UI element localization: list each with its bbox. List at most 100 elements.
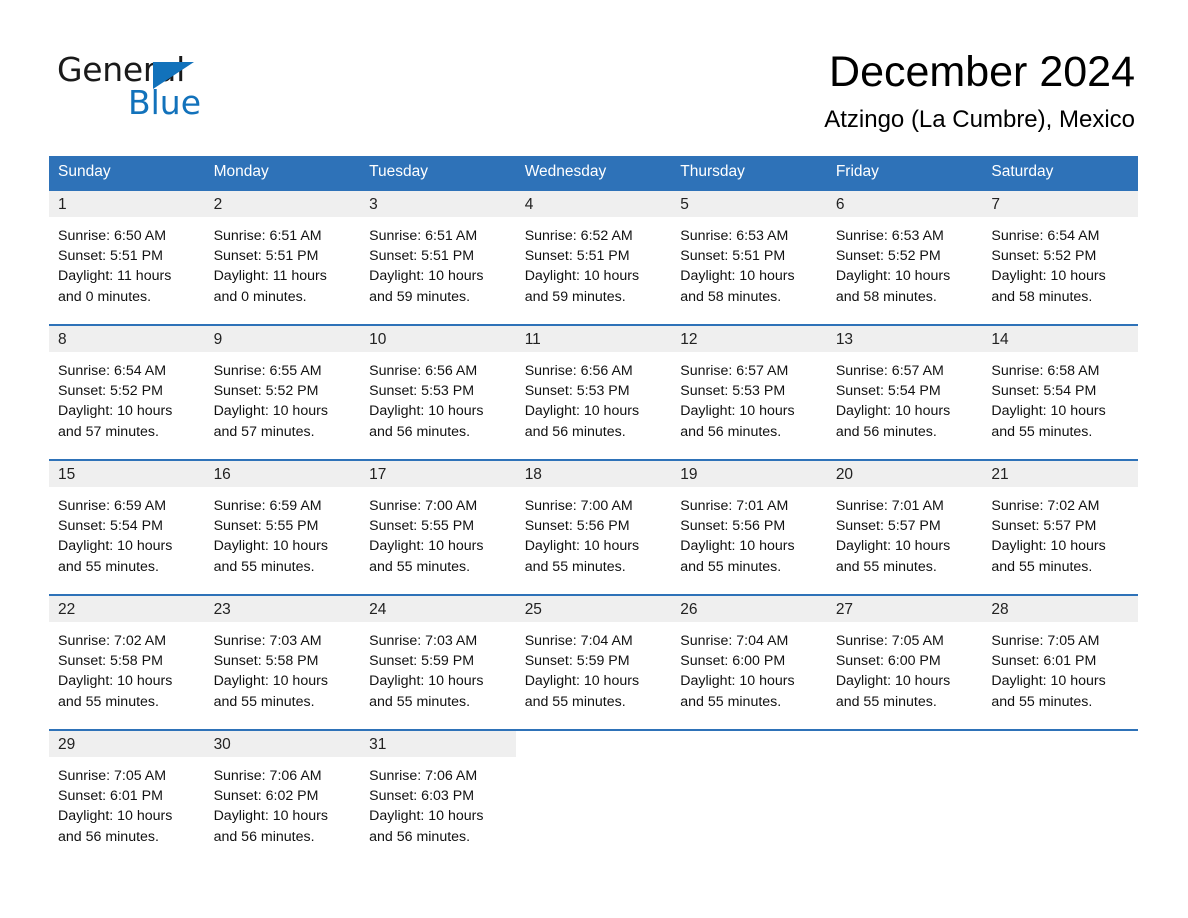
calendar-day-cell[interactable]: 8 Sunrise: 6:54 AM Sunset: 5:52 PM Daylight…	[49, 326, 205, 459]
day-details: Sunrise: 6:54 AM Sunset: 5:52 PM Daylight:…	[49, 352, 205, 442]
calendar-day-cell[interactable]: 13 Sunrise: 6:57 AM Sunset: 5:54 PM Dayligh…	[826, 326, 983, 459]
calendar-day-cell[interactable]: 28 Sunrise: 7:05 AM Sunset: 6:01 PM Dayligh…	[982, 596, 1138, 729]
day-details: Sunrise: 7:02 AM Sunset: 5:57 PM Daylight:…	[982, 487, 1138, 577]
sunrise-text: Sunrise: 7:06 AM	[369, 768, 478, 784]
sunset-text: Sunset: 5:54 PM	[991, 383, 1097, 400]
calendar-day-cell[interactable]: 2 Sunrise: 6:51 AM Sunset: 5:51 PM Daylight…	[204, 191, 361, 324]
calendar-day-cell[interactable]: 29 Sunrise: 7:05 AM Sunset: 6:01 PM Dayligh…	[49, 731, 205, 864]
calendar-week-row: 29 Sunrise: 7:05 AM Sunset: 6:01 PM Dayligh…	[49, 729, 1138, 864]
day-number: 6	[826, 191, 983, 217]
calendar-week-row: 15 Sunrise: 6:59 AM Sunset: 5:54 PM Dayligh…	[49, 459, 1138, 595]
calendar-day-cell[interactable]: 31 Sunrise: 7:06 AM Sunset: 6:03 PM Dayligh…	[360, 731, 516, 864]
calendar-day-cell[interactable]: 15 Sunrise: 6:59 AM Sunset: 5:54 PM Dayligh…	[49, 461, 205, 594]
sunrise-text: Sunrise: 6:54 AM	[58, 363, 167, 379]
weekday-header-thursday: Thursday	[671, 156, 827, 190]
calendar-week-row: 1 Sunrise: 6:50 AM Sunset: 5:51 PM Daylight…	[49, 189, 1138, 325]
sunset-text: Sunset: 5:58 PM	[58, 653, 163, 670]
calendar-week-row: 8 Sunrise: 6:54 AM Sunset: 5:52 PM Daylight…	[49, 324, 1138, 460]
calendar-day-cell[interactable]: 20 Sunrise: 7:01 AM Sunset: 5:57 PM Dayligh…	[826, 461, 983, 594]
day-details: Sunrise: 6:56 AM Sunset: 5:53 PM Daylight:…	[516, 352, 672, 442]
page-subtitle: Atzingo (La Cumbre), Mexico	[824, 106, 1135, 134]
calendar-day-cell[interactable]: 19 Sunrise: 7:01 AM Sunset: 5:56 PM Dayligh…	[671, 461, 827, 594]
day-number: 16	[204, 461, 361, 487]
daylight-text: Daylight: 10 hours and 58 minutes.	[680, 268, 795, 305]
sunset-text: Sunset: 5:51 PM	[369, 248, 475, 265]
day-details: Sunrise: 7:01 AM Sunset: 5:57 PM Daylight:…	[827, 487, 983, 577]
day-number	[827, 731, 983, 757]
day-details: Sunrise: 7:04 AM Sunset: 6:00 PM Daylight:…	[671, 622, 827, 712]
calendar-day-cell[interactable]: 12 Sunrise: 6:57 AM Sunset: 5:53 PM Dayligh…	[671, 326, 827, 459]
sunset-text: Sunset: 5:55 PM	[369, 518, 475, 535]
sunset-text: Sunset: 5:56 PM	[524, 518, 630, 535]
calendar-day-cell[interactable]: 21 Sunrise: 7:02 AM Sunset: 5:57 PM Dayligh…	[982, 461, 1138, 594]
daylight-text: Daylight: 11 hours and 0 minutes.	[58, 268, 172, 305]
calendar-day-cell[interactable]: 7 Sunrise: 6:54 AM Sunset: 5:52 PM Daylight…	[982, 191, 1138, 324]
calendar-day-cell[interactable]: 10 Sunrise: 6:56 AM Sunset: 5:53 PM Dayligh…	[360, 326, 516, 459]
day-number	[671, 731, 827, 757]
day-details: Sunrise: 6:54 AM Sunset: 5:52 PM Daylight:…	[982, 217, 1138, 307]
calendar-day-cell[interactable]: 25 Sunrise: 7:04 AM Sunset: 5:59 PM Dayligh…	[515, 596, 672, 729]
calendar-day-cell[interactable]: 27 Sunrise: 7:05 AM Sunset: 6:00 PM Dayligh…	[826, 596, 983, 729]
calendar-day-cell[interactable]: 24 Sunrise: 7:03 AM Sunset: 5:59 PM Dayligh…	[360, 596, 516, 729]
day-details: Sunrise: 7:00 AM Sunset: 5:55 PM Daylight:…	[360, 487, 516, 577]
page-title: December 2024	[829, 48, 1135, 96]
calendar-day-cell[interactable]: 1 Sunrise: 6:50 AM Sunset: 5:51 PM Daylight…	[49, 191, 205, 324]
calendar-day-cell[interactable]: 30 Sunrise: 7:06 AM Sunset: 6:02 PM Dayligh…	[204, 731, 361, 864]
calendar-day-cell[interactable]: 9 Sunrise: 6:55 AM Sunset: 5:52 PM Daylight…	[204, 326, 361, 459]
calendar-day-cell[interactable]: 23 Sunrise: 7:03 AM Sunset: 5:58 PM Dayligh…	[204, 596, 361, 729]
sunrise-text: Sunrise: 6:53 AM	[835, 228, 944, 244]
day-number: 19	[671, 461, 827, 487]
sunset-text: Sunset: 6:01 PM	[991, 653, 1097, 670]
sunset-text: Sunset: 5:54 PM	[58, 518, 163, 535]
sunrise-text: Sunrise: 7:01 AM	[680, 498, 789, 514]
daylight-text: Daylight: 10 hours and 56 minutes.	[58, 808, 173, 845]
calendar-day-cell[interactable]: 6 Sunrise: 6:53 AM Sunset: 5:52 PM Daylight…	[826, 191, 983, 324]
day-details: Sunrise: 6:51 AM Sunset: 5:51 PM Daylight:…	[360, 217, 516, 307]
calendar-day-cell[interactable]: 17 Sunrise: 7:00 AM Sunset: 5:55 PM Dayligh…	[360, 461, 516, 594]
day-number: 9	[204, 326, 361, 352]
calendar-day-cell[interactable]: 3 Sunrise: 6:51 AM Sunset: 5:51 PM Daylight…	[360, 191, 516, 324]
calendar-day-cell[interactable]: 4 Sunrise: 6:52 AM Sunset: 5:51 PM Daylight…	[515, 191, 672, 324]
day-details: Sunrise: 7:04 AM Sunset: 5:59 PM Daylight:…	[516, 622, 672, 712]
sunset-text: Sunset: 5:52 PM	[835, 248, 941, 265]
day-number: 1	[49, 191, 205, 217]
weekday-header-wednesday: Wednesday	[515, 156, 672, 190]
day-details: Sunrise: 7:03 AM Sunset: 5:59 PM Daylight:…	[360, 622, 516, 712]
day-number: 29	[49, 731, 205, 757]
sunset-text: Sunset: 6:01 PM	[58, 788, 163, 805]
sunrise-text: Sunrise: 6:58 AM	[991, 363, 1100, 379]
sunrise-text: Sunrise: 7:06 AM	[213, 768, 322, 784]
daylight-text: Daylight: 11 hours and 0 minutes.	[213, 268, 327, 305]
calendar-empty-cell	[516, 731, 672, 864]
day-number: 30	[204, 731, 361, 757]
day-number: 24	[360, 596, 516, 622]
day-details: Sunrise: 6:57 AM Sunset: 5:54 PM Daylight:…	[827, 352, 983, 442]
weekday-header-sunday: Sunday	[49, 156, 205, 190]
day-number: 11	[515, 326, 672, 352]
weekday-header-saturday: Saturday	[982, 156, 1138, 190]
day-number: 13	[826, 326, 983, 352]
daylight-text: Daylight: 10 hours and 55 minutes.	[991, 538, 1106, 575]
day-number: 10	[360, 326, 516, 352]
daylight-text: Daylight: 10 hours and 55 minutes.	[58, 538, 173, 575]
sunrise-text: Sunrise: 7:04 AM	[680, 633, 789, 649]
sunrise-text: Sunrise: 7:02 AM	[991, 498, 1100, 514]
calendar-day-cell[interactable]: 22 Sunrise: 7:02 AM Sunset: 5:58 PM Dayligh…	[49, 596, 205, 729]
sunset-text: Sunset: 5:52 PM	[58, 383, 163, 400]
calendar-week-row: 22 Sunrise: 7:02 AM Sunset: 5:58 PM Dayligh…	[49, 594, 1138, 730]
calendar-empty-cell	[671, 731, 827, 864]
calendar-day-cell[interactable]: 18 Sunrise: 7:00 AM Sunset: 5:56 PM Dayligh…	[515, 461, 672, 594]
day-details: Sunrise: 7:05 AM Sunset: 6:01 PM Daylight:…	[49, 757, 205, 847]
calendar-day-cell[interactable]: 14 Sunrise: 6:58 AM Sunset: 5:54 PM Dayligh…	[982, 326, 1138, 459]
daylight-text: Daylight: 10 hours and 58 minutes.	[835, 268, 951, 305]
sunset-text: Sunset: 5:51 PM	[213, 248, 319, 265]
calendar-day-cell[interactable]: 26 Sunrise: 7:04 AM Sunset: 6:00 PM Dayligh…	[671, 596, 827, 729]
calendar-day-cell[interactable]: 16 Sunrise: 6:59 AM Sunset: 5:55 PM Dayligh…	[204, 461, 361, 594]
sunrise-text: Sunrise: 6:59 AM	[58, 498, 167, 514]
day-number: 4	[515, 191, 672, 217]
calendar-day-cell[interactable]: 11 Sunrise: 6:56 AM Sunset: 5:53 PM Dayligh…	[515, 326, 672, 459]
day-details: Sunrise: 6:58 AM Sunset: 5:54 PM Daylight:…	[982, 352, 1138, 442]
day-details: Sunrise: 7:03 AM Sunset: 5:58 PM Daylight:…	[205, 622, 361, 712]
calendar-day-cell[interactable]: 5 Sunrise: 6:53 AM Sunset: 5:51 PM Daylight…	[671, 191, 827, 324]
daylight-text: Daylight: 10 hours and 55 minutes.	[213, 673, 328, 710]
